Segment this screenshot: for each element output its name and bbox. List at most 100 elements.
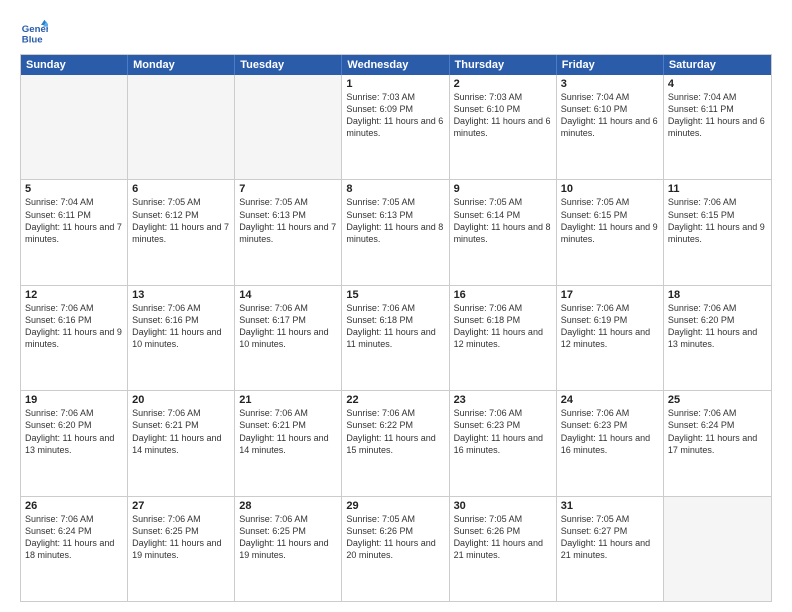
day-info: Sunrise: 7:06 AMSunset: 6:15 PMDaylight:… bbox=[668, 196, 767, 245]
weeks-container: 1Sunrise: 7:03 AMSunset: 6:09 PMDaylight… bbox=[21, 75, 771, 601]
day-number: 22 bbox=[346, 394, 444, 406]
day-number: 27 bbox=[132, 500, 230, 512]
day-cell: 5Sunrise: 7:04 AMSunset: 6:11 PMDaylight… bbox=[21, 180, 128, 284]
day-cell: 27Sunrise: 7:06 AMSunset: 6:25 PMDayligh… bbox=[128, 497, 235, 601]
day-number: 16 bbox=[454, 289, 552, 301]
day-info: Sunrise: 7:06 AMSunset: 6:18 PMDaylight:… bbox=[454, 302, 552, 351]
day-number: 7 bbox=[239, 183, 337, 195]
day-cell: 4Sunrise: 7:04 AMSunset: 6:11 PMDaylight… bbox=[664, 75, 771, 179]
day-cell: 20Sunrise: 7:06 AMSunset: 6:21 PMDayligh… bbox=[128, 391, 235, 495]
day-cell: 19Sunrise: 7:06 AMSunset: 6:20 PMDayligh… bbox=[21, 391, 128, 495]
day-header-saturday: Saturday bbox=[664, 55, 771, 75]
day-number: 30 bbox=[454, 500, 552, 512]
day-info: Sunrise: 7:06 AMSunset: 6:22 PMDaylight:… bbox=[346, 407, 444, 456]
day-number: 8 bbox=[346, 183, 444, 195]
day-number: 9 bbox=[454, 183, 552, 195]
day-info: Sunrise: 7:06 AMSunset: 6:23 PMDaylight:… bbox=[561, 407, 659, 456]
day-info: Sunrise: 7:06 AMSunset: 6:23 PMDaylight:… bbox=[454, 407, 552, 456]
day-number: 3 bbox=[561, 78, 659, 90]
day-number: 17 bbox=[561, 289, 659, 301]
day-number: 5 bbox=[25, 183, 123, 195]
day-number: 24 bbox=[561, 394, 659, 406]
day-cell: 22Sunrise: 7:06 AMSunset: 6:22 PMDayligh… bbox=[342, 391, 449, 495]
day-number: 21 bbox=[239, 394, 337, 406]
day-number: 25 bbox=[668, 394, 767, 406]
day-header-sunday: Sunday bbox=[21, 55, 128, 75]
day-number: 20 bbox=[132, 394, 230, 406]
day-info: Sunrise: 7:06 AMSunset: 6:20 PMDaylight:… bbox=[668, 302, 767, 351]
day-cell bbox=[664, 497, 771, 601]
day-info: Sunrise: 7:06 AMSunset: 6:20 PMDaylight:… bbox=[25, 407, 123, 456]
day-header-friday: Friday bbox=[557, 55, 664, 75]
day-cell: 2Sunrise: 7:03 AMSunset: 6:10 PMDaylight… bbox=[450, 75, 557, 179]
day-number: 11 bbox=[668, 183, 767, 195]
day-info: Sunrise: 7:05 AMSunset: 6:14 PMDaylight:… bbox=[454, 196, 552, 245]
day-info: Sunrise: 7:05 AMSunset: 6:12 PMDaylight:… bbox=[132, 196, 230, 245]
day-cell: 30Sunrise: 7:05 AMSunset: 6:26 PMDayligh… bbox=[450, 497, 557, 601]
day-info: Sunrise: 7:06 AMSunset: 6:21 PMDaylight:… bbox=[132, 407, 230, 456]
day-cell: 7Sunrise: 7:05 AMSunset: 6:13 PMDaylight… bbox=[235, 180, 342, 284]
day-number: 1 bbox=[346, 78, 444, 90]
day-cell: 3Sunrise: 7:04 AMSunset: 6:10 PMDaylight… bbox=[557, 75, 664, 179]
day-cell: 25Sunrise: 7:06 AMSunset: 6:24 PMDayligh… bbox=[664, 391, 771, 495]
day-cell: 1Sunrise: 7:03 AMSunset: 6:09 PMDaylight… bbox=[342, 75, 449, 179]
day-cell: 17Sunrise: 7:06 AMSunset: 6:19 PMDayligh… bbox=[557, 286, 664, 390]
week-row-2: 5Sunrise: 7:04 AMSunset: 6:11 PMDaylight… bbox=[21, 179, 771, 284]
logo: General Blue bbox=[20, 18, 48, 46]
day-info: Sunrise: 7:06 AMSunset: 6:16 PMDaylight:… bbox=[132, 302, 230, 351]
day-cell: 6Sunrise: 7:05 AMSunset: 6:12 PMDaylight… bbox=[128, 180, 235, 284]
day-cell: 29Sunrise: 7:05 AMSunset: 6:26 PMDayligh… bbox=[342, 497, 449, 601]
day-number: 2 bbox=[454, 78, 552, 90]
day-cell: 9Sunrise: 7:05 AMSunset: 6:14 PMDaylight… bbox=[450, 180, 557, 284]
day-cell: 12Sunrise: 7:06 AMSunset: 6:16 PMDayligh… bbox=[21, 286, 128, 390]
day-cell: 8Sunrise: 7:05 AMSunset: 6:13 PMDaylight… bbox=[342, 180, 449, 284]
day-number: 15 bbox=[346, 289, 444, 301]
day-number: 23 bbox=[454, 394, 552, 406]
day-info: Sunrise: 7:03 AMSunset: 6:10 PMDaylight:… bbox=[454, 91, 552, 140]
day-number: 28 bbox=[239, 500, 337, 512]
day-info: Sunrise: 7:04 AMSunset: 6:11 PMDaylight:… bbox=[668, 91, 767, 140]
day-info: Sunrise: 7:05 AMSunset: 6:15 PMDaylight:… bbox=[561, 196, 659, 245]
day-number: 31 bbox=[561, 500, 659, 512]
day-cell: 16Sunrise: 7:06 AMSunset: 6:18 PMDayligh… bbox=[450, 286, 557, 390]
day-number: 26 bbox=[25, 500, 123, 512]
day-header-thursday: Thursday bbox=[450, 55, 557, 75]
day-cell: 23Sunrise: 7:06 AMSunset: 6:23 PMDayligh… bbox=[450, 391, 557, 495]
day-number: 19 bbox=[25, 394, 123, 406]
page: General Blue SundayMondayTuesdayWednesda… bbox=[0, 0, 792, 612]
calendar: SundayMondayTuesdayWednesdayThursdayFrid… bbox=[20, 54, 772, 602]
day-info: Sunrise: 7:05 AMSunset: 6:27 PMDaylight:… bbox=[561, 513, 659, 562]
day-cell: 24Sunrise: 7:06 AMSunset: 6:23 PMDayligh… bbox=[557, 391, 664, 495]
day-number: 6 bbox=[132, 183, 230, 195]
day-cell: 28Sunrise: 7:06 AMSunset: 6:25 PMDayligh… bbox=[235, 497, 342, 601]
day-header-wednesday: Wednesday bbox=[342, 55, 449, 75]
day-cell bbox=[128, 75, 235, 179]
day-number: 13 bbox=[132, 289, 230, 301]
day-cell: 26Sunrise: 7:06 AMSunset: 6:24 PMDayligh… bbox=[21, 497, 128, 601]
day-info: Sunrise: 7:06 AMSunset: 6:25 PMDaylight:… bbox=[132, 513, 230, 562]
day-info: Sunrise: 7:06 AMSunset: 6:21 PMDaylight:… bbox=[239, 407, 337, 456]
day-cell: 11Sunrise: 7:06 AMSunset: 6:15 PMDayligh… bbox=[664, 180, 771, 284]
day-header-monday: Monday bbox=[128, 55, 235, 75]
header: General Blue bbox=[20, 18, 772, 46]
day-cell: 21Sunrise: 7:06 AMSunset: 6:21 PMDayligh… bbox=[235, 391, 342, 495]
day-cell bbox=[21, 75, 128, 179]
day-info: Sunrise: 7:05 AMSunset: 6:26 PMDaylight:… bbox=[346, 513, 444, 562]
day-info: Sunrise: 7:05 AMSunset: 6:26 PMDaylight:… bbox=[454, 513, 552, 562]
week-row-5: 26Sunrise: 7:06 AMSunset: 6:24 PMDayligh… bbox=[21, 496, 771, 601]
day-header-tuesday: Tuesday bbox=[235, 55, 342, 75]
day-number: 10 bbox=[561, 183, 659, 195]
day-info: Sunrise: 7:06 AMSunset: 6:17 PMDaylight:… bbox=[239, 302, 337, 351]
week-row-4: 19Sunrise: 7:06 AMSunset: 6:20 PMDayligh… bbox=[21, 390, 771, 495]
day-info: Sunrise: 7:04 AMSunset: 6:10 PMDaylight:… bbox=[561, 91, 659, 140]
day-info: Sunrise: 7:05 AMSunset: 6:13 PMDaylight:… bbox=[346, 196, 444, 245]
day-cell: 18Sunrise: 7:06 AMSunset: 6:20 PMDayligh… bbox=[664, 286, 771, 390]
day-info: Sunrise: 7:06 AMSunset: 6:18 PMDaylight:… bbox=[346, 302, 444, 351]
day-number: 29 bbox=[346, 500, 444, 512]
day-number: 4 bbox=[668, 78, 767, 90]
week-row-1: 1Sunrise: 7:03 AMSunset: 6:09 PMDaylight… bbox=[21, 75, 771, 179]
day-info: Sunrise: 7:06 AMSunset: 6:24 PMDaylight:… bbox=[668, 407, 767, 456]
week-row-3: 12Sunrise: 7:06 AMSunset: 6:16 PMDayligh… bbox=[21, 285, 771, 390]
day-cell bbox=[235, 75, 342, 179]
day-cell: 13Sunrise: 7:06 AMSunset: 6:16 PMDayligh… bbox=[128, 286, 235, 390]
